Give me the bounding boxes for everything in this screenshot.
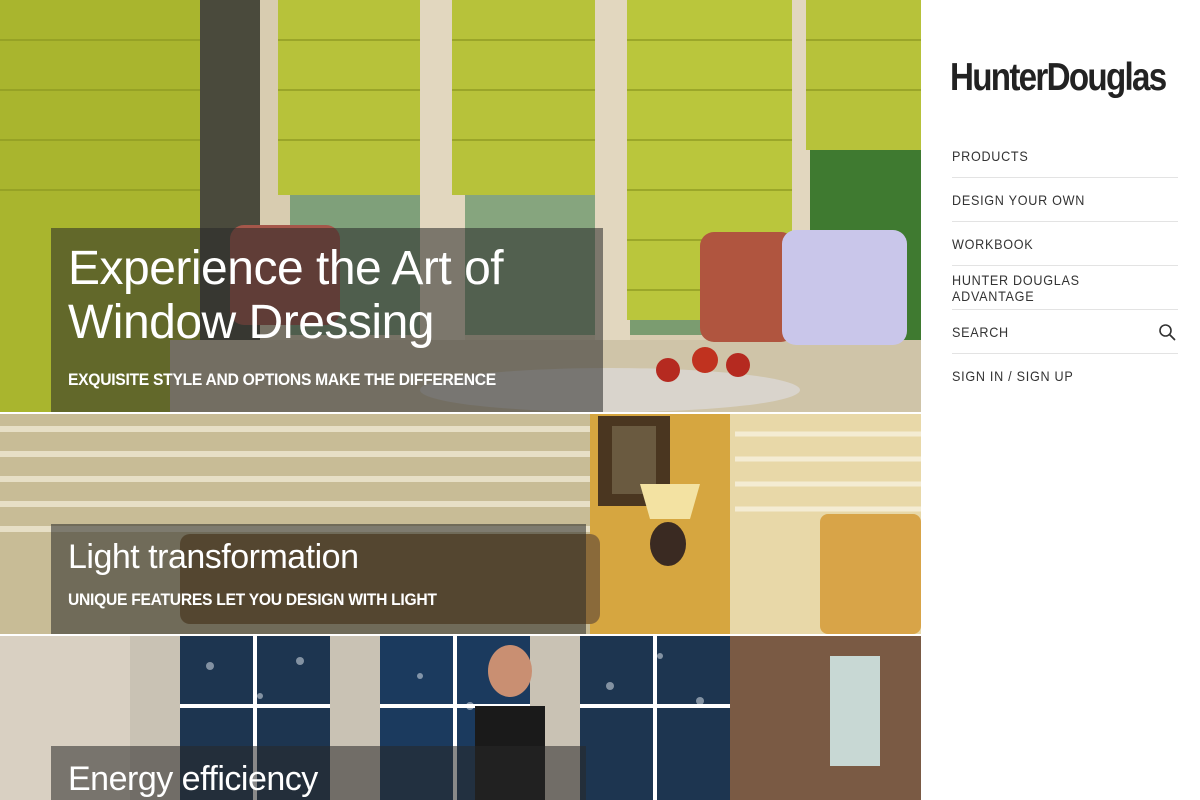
search-icon[interactable] bbox=[1158, 323, 1176, 341]
hero-headline-1: Experience the Art of Window Dressing bbox=[68, 242, 603, 350]
nav-item-label: WORKBOOK bbox=[952, 235, 1034, 252]
nav-item-label: SEARCH bbox=[952, 323, 1009, 340]
nav-item-label: PRODUCTS bbox=[952, 147, 1029, 164]
nav-item-design-your-own[interactable]: DESIGN YOUR OWN bbox=[952, 178, 1178, 222]
nav-item-label: DESIGN YOUR OWN bbox=[952, 191, 1086, 208]
nav-item-workbook[interactable]: WORKBOOK bbox=[952, 222, 1178, 266]
nav-item-search[interactable]: SEARCH bbox=[952, 310, 1178, 354]
nav-item-label: SIGN IN / SIGN UP bbox=[952, 367, 1074, 384]
hero-panel-energy-efficiency[interactable]: Energy efficiency bbox=[0, 636, 921, 800]
hero-headline-2: Light transformation bbox=[68, 538, 359, 576]
hero-caption-3: Energy efficiency bbox=[51, 746, 586, 800]
hero-headline-line-2: Window Dressing bbox=[68, 296, 434, 349]
hero-subhead-1: EXQUISITE STYLE AND OPTIONS MAKE THE DIF… bbox=[68, 370, 496, 389]
hero-headline-3: Energy efficiency bbox=[68, 760, 318, 798]
hero-column: Experience the Art of Window Dressing EX… bbox=[0, 0, 921, 800]
sidebar: HunterDouglas PRODUCTS DESIGN YOUR OWN W… bbox=[921, 0, 1200, 800]
brand-logo[interactable]: HunterDouglas bbox=[950, 56, 1167, 100]
main-nav: PRODUCTS DESIGN YOUR OWN WORKBOOK HUNTER… bbox=[952, 134, 1178, 397]
hero-headline-line-1: Experience the Art of bbox=[68, 242, 504, 295]
nav-item-products[interactable]: PRODUCTS bbox=[952, 134, 1178, 178]
hero-panel-light-transformation[interactable]: Light transformation UNIQUE FEATURES LET… bbox=[0, 414, 921, 634]
hero-subhead-2: UNIQUE FEATURES LET YOU DESIGN WITH LIGH… bbox=[68, 590, 437, 609]
hero-caption-2: Light transformation UNIQUE FEATURES LET… bbox=[51, 524, 586, 634]
hero-panel-window-dressing[interactable]: Experience the Art of Window Dressing EX… bbox=[0, 0, 921, 412]
nav-item-hunter-douglas-advantage[interactable]: HUNTER DOUGLAS ADVANTAGE bbox=[952, 266, 1178, 310]
nav-item-label: HUNTER DOUGLAS ADVANTAGE bbox=[952, 271, 1080, 304]
hero-caption-1: Experience the Art of Window Dressing EX… bbox=[51, 228, 603, 412]
nav-item-sign-in[interactable]: SIGN IN / SIGN UP bbox=[952, 354, 1178, 397]
